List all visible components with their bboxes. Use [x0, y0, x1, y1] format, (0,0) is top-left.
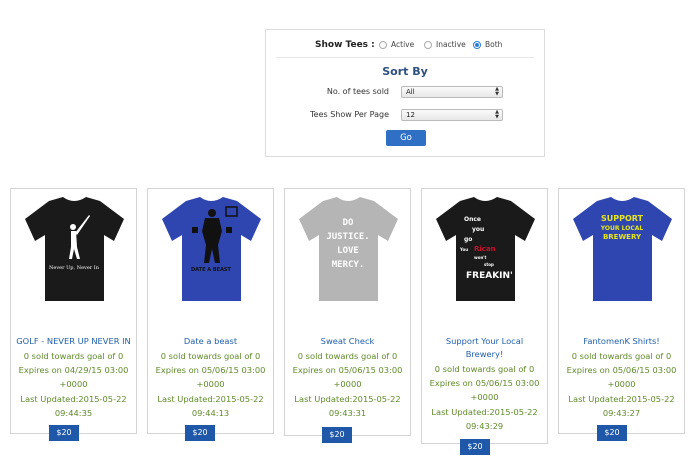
radio-active-label: Active	[391, 40, 415, 49]
price-button[interactable]: $20	[49, 425, 79, 441]
product-card[interactable]: Never Up, Never In GOLF - NEVER UP NEVER…	[10, 188, 137, 441]
price-button[interactable]: $20	[322, 427, 352, 443]
svg-text:You: You	[459, 247, 468, 252]
product-info: 0 sold towards goal of 0 Expires on 05/0…	[566, 351, 677, 418]
tshirt-image[interactable]: DATE A BEAST	[156, 195, 267, 303]
svg-text:go: go	[464, 236, 472, 243]
radio-inactive[interactable]: Inactive	[424, 40, 466, 49]
price-button[interactable]: $20	[597, 425, 627, 441]
svg-text:Rican: Rican	[474, 245, 496, 253]
product-card[interactable]: SUPPORT YOUR LOCAL BREWERY FantomenK Shi…	[558, 188, 685, 441]
svg-text:Never Up, Never In: Never Up, Never In	[49, 265, 100, 271]
per-page-select[interactable]: 12 ▲ ▼	[401, 109, 503, 121]
filter-panel: Show Tees : Active Inactive Both Sort By…	[265, 29, 545, 157]
svg-text:Once: Once	[464, 216, 481, 223]
svg-text:you: you	[472, 226, 484, 233]
show-tees-label: Show Tees :	[315, 40, 375, 50]
product-card[interactable]: Once you go You Rican won't stop FREAKIN…	[421, 188, 548, 455]
select-arrows-icon: ▲ ▼	[495, 86, 499, 97]
sort-by-title: Sort By	[382, 65, 428, 78]
tshirt-image[interactable]: SUPPORT YOUR LOCAL BREWERY	[567, 195, 678, 303]
svg-text:DO: DO	[343, 218, 354, 228]
product-title[interactable]: Support Your Local Brewery!	[422, 335, 547, 361]
radio-active[interactable]: Active	[379, 40, 414, 49]
svg-text:MERCY.: MERCY.	[332, 260, 365, 270]
product-title[interactable]: FantomenK Shirts!	[559, 335, 684, 348]
product-card[interactable]: DATE A BEAST Date a beast 0 sold towards…	[147, 188, 274, 441]
radio-inactive-label: Inactive	[436, 40, 466, 49]
tees-sold-value: All	[406, 88, 415, 96]
product-info: 0 sold towards goal of 0 Expires on 05/0…	[429, 364, 540, 431]
product-info: 0 sold towards goal of 0 Expires on 05/0…	[292, 351, 403, 418]
price-button[interactable]: $20	[185, 425, 215, 441]
svg-text:DATE A BEAST: DATE A BEAST	[191, 267, 232, 273]
tees-sold-label: No. of tees sold	[326, 87, 389, 96]
svg-text:BREWERY: BREWERY	[603, 233, 642, 241]
tshirt-image[interactable]: DO JUSTICE. LOVE MERCY.	[293, 195, 404, 303]
tshirt-image[interactable]: Never Up, Never In	[19, 195, 130, 303]
product-info: 0 sold towards goal of 0 Expires on 04/2…	[18, 351, 129, 418]
product-card[interactable]: DO JUSTICE. LOVE MERCY. Sweat Check 0 so…	[284, 188, 411, 443]
svg-text:FREAKIN': FREAKIN'	[466, 271, 513, 281]
radio-both-label: Both	[485, 40, 503, 49]
svg-text:SUPPORT: SUPPORT	[601, 214, 644, 223]
radio-both[interactable]: Both	[473, 40, 502, 49]
per-page-value: 12	[406, 111, 415, 119]
radio-active-dot[interactable]	[379, 40, 387, 49]
price-button[interactable]: $20	[460, 439, 490, 455]
tees-sold-select[interactable]: All ▲ ▼	[401, 86, 503, 98]
radio-both-dot[interactable]	[473, 40, 481, 49]
select-arrows-icon: ▲ ▼	[495, 109, 499, 120]
show-tees-row: Show Tees : Active Inactive Both	[266, 38, 544, 54]
svg-text:won't: won't	[474, 255, 487, 260]
per-page-label: Tees Show Per Page	[310, 110, 389, 119]
product-title[interactable]: Date a beast	[148, 335, 273, 348]
product-title[interactable]: Sweat Check	[285, 335, 410, 348]
svg-text:JUSTICE.: JUSTICE.	[326, 232, 369, 242]
tshirt-image[interactable]: Once you go You Rican won't stop FREAKIN…	[430, 195, 541, 303]
svg-text:LOVE: LOVE	[337, 246, 359, 256]
divider	[276, 57, 534, 58]
radio-inactive-dot[interactable]	[424, 40, 432, 49]
product-info: 0 sold towards goal of 0 Expires on 05/0…	[155, 351, 266, 418]
svg-text:YOUR LOCAL: YOUR LOCAL	[600, 225, 644, 232]
svg-text:stop: stop	[484, 262, 494, 267]
product-title[interactable]: GOLF - NEVER UP NEVER IN	[11, 335, 136, 348]
go-button[interactable]: Go	[386, 130, 426, 146]
